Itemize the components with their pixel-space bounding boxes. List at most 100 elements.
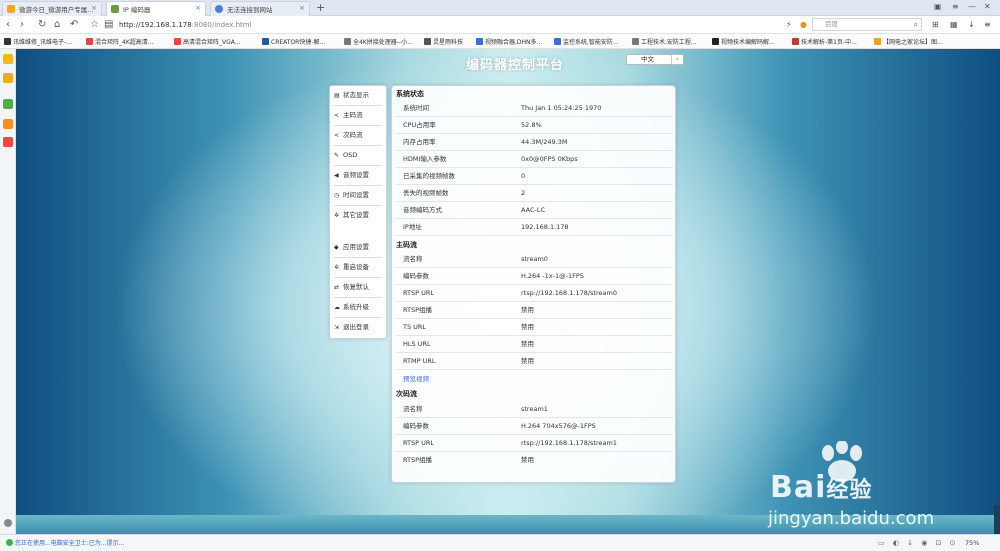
preview-video-link[interactable]: 预览视频 [403,373,429,383]
new-tab-button[interactable]: + [316,1,325,15]
skin-icon[interactable]: ▣ [934,2,942,11]
lock-icon[interactable]: ▦ [950,18,958,31]
table-row: 音频编码方式 AAC-LC [396,203,673,219]
sidebar-item-main-stream[interactable]: < 主码流 [334,107,382,124]
url-input[interactable]: http://192.168.1.178:8080/index.html [119,19,749,31]
row-value: 44.3M/249.3M [521,138,568,146]
bookmark-icon [632,38,639,45]
bookmark-item[interactable]: CREATOR快捷-解... [262,37,325,46]
weibo-icon[interactable] [3,137,13,147]
bookmark-icon [554,38,561,45]
sidebar-item-time[interactable]: ◷ 时间设置 [334,187,382,204]
bookmark-item[interactable]: 视频融合器,DHN多... [476,37,542,46]
table-row: 流名称 stream1 [396,402,673,418]
sidebar-item-restore[interactable]: ⇄ 恢复默认 [334,279,382,296]
sidebar-item-label: 应用设置 [343,243,369,251]
sidebar-item-label: 系统升级 [343,303,369,311]
bookmark-icon [262,38,269,45]
bookmark-item[interactable]: 工程技术,安防工程... [632,37,697,46]
menu-icon[interactable]: ≡ [952,2,959,11]
row-value: Thu Jan 1 05:24:25 1970 [521,104,602,112]
sidebar-item-logout[interactable]: ⇲ 退出登录 [334,319,382,336]
search-icon[interactable]: ⌕ [914,19,918,30]
grid-icon[interactable]: ⊞ [932,18,939,31]
table-row: 系统时间 Thu Jan 1 05:24:25 1970 [396,101,673,117]
table-row: HLS URL 禁用 [396,337,673,353]
bookmark-item[interactable]: 讯维维修_讯维电子-... [4,37,72,46]
download-icon[interactable]: ↓ [968,18,975,31]
back-icon[interactable]: ‹ [6,18,10,31]
notes-icon[interactable] [3,73,13,83]
star-icon[interactable]: ☆ [90,18,99,31]
bookmarks-bar: 讯维维修_讯维电子-... 混合矩阵_4K超高清... 高清混合矩阵_VGA..… [0,34,1000,49]
bookmark-item[interactable]: 视频技术编解码解... [712,37,775,46]
sidebar-item-sub-stream[interactable]: < 次码流 [334,127,382,144]
status-message-text: 您正在使用...电脑安全卫士:已为...提示... [15,540,125,547]
close-window-icon[interactable]: ✕ [984,2,991,11]
bookmark-item[interactable]: 【网电之家论坛】图... [874,37,943,46]
sidebar-item-osd[interactable]: ✎ OSD [334,147,382,164]
sidebar-item-other[interactable]: ✲ 其它设置 [334,207,382,224]
sidebar-item-apply[interactable]: ◆ 应用设置 [334,239,382,256]
forward-icon[interactable]: › [20,18,24,31]
status-icons[interactable]: ▭ ◐ ↓ ◉ ⊡ ⊙ [878,539,959,547]
bookmark-item[interactable]: 技术解析-第1页-中... [792,37,857,46]
close-icon[interactable]: × [299,4,305,12]
sidebar-item-audio[interactable]: ◀ 音频设置 [334,167,382,184]
browser-tab-3[interactable]: 无法连接到网站 × [210,1,310,16]
page-icon[interactable]: ▤ [104,18,113,31]
baidu-paw-icon[interactable]: ● [800,18,807,31]
undo-icon[interactable]: ↶ [70,18,78,31]
row-key: 已采集的视频帧数 [403,172,455,180]
favorites-icon[interactable] [3,54,13,64]
bookmark-item[interactable]: 监控系统,智能安防... [554,37,619,46]
table-row: 编码参数 H.264 -1x-1@-1FPS [396,269,673,285]
bookmark-icon [476,38,483,45]
page-title: 编码器控制平台 [466,58,565,73]
sidebar-item-reboot[interactable]: ✲ 重启设备 [334,259,382,276]
bookmark-label: 【网电之家论坛】图... [883,39,943,46]
status-panel: 系统状态 系统时间 Thu Jan 1 05:24:25 1970 CPU占用率 5… [391,85,676,483]
site-favicon [111,5,119,13]
row-key: 丢失的视频帧数 [403,189,449,197]
settings-icon[interactable] [4,519,12,527]
zoom-level[interactable]: 75% [965,539,979,547]
search-input[interactable]: 百度 ⌕ [812,18,922,31]
app-icon[interactable] [3,99,13,109]
chevron-down-icon[interactable]: ‹ [671,55,683,64]
row-value: H.264 704x576@-1FPS [521,422,596,430]
sidebar-item-label: 次码流 [343,131,363,139]
bookmark-item[interactable]: 混合矩阵_4K超高清... [86,37,153,46]
minimize-icon[interactable]: — [968,2,976,11]
divider [334,165,382,166]
row-value: stream0 [521,255,548,263]
table-row: RTMP URL 禁用 [396,354,673,370]
settings-sidebar: ▤ 状态显示 < 主码流 < 次码流 ✎ OSD ◀ 音频设置 ◷ 时间设置 ✲ 其它设置 ◆… [329,85,387,339]
bookmark-item[interactable]: 全4K拼接处理器--小... [344,37,413,46]
bookmark-item[interactable]: 灵星雨科技 [424,37,463,46]
sidebar-item-upgrade[interactable]: ☁ 系统升级 [334,299,382,316]
home-icon[interactable]: ⌂ [54,18,60,31]
close-icon[interactable]: × [91,4,97,12]
menu-icon[interactable]: ≡ [984,18,991,31]
gear-icon: ✲ [334,212,340,219]
language-select[interactable]: 中文 ‹ [626,54,684,65]
row-value: 禁用 [521,357,534,365]
browser-tab-1[interactable]: 微游今日_微游用户专属... × [2,1,102,16]
row-value: 192.168.1.178 [521,223,569,231]
site-favicon [7,5,15,13]
row-key: 流名称 [403,405,423,413]
browser-tab-2[interactable]: IP 编码器 × [106,1,206,16]
sidebar-item-status[interactable]: ▤ 状态显示 [334,87,382,104]
share-icon: < [334,112,340,119]
status-message[interactable]: 您正在使用...电脑安全卫士:已为...提示... [6,538,124,547]
reload-icon[interactable]: ↻ [38,18,46,31]
doc-icon: ▤ [334,92,340,99]
close-icon[interactable]: × [195,4,201,12]
bookmark-item[interactable]: 高清混合矩阵_VGA... [174,37,240,46]
gear-icon: ✲ [334,264,340,271]
row-key: HDMI输入参数 [403,155,447,163]
table-row: 已采集的视频帧数 0 [396,169,673,185]
rss-icon[interactable] [3,119,13,129]
extension-icon[interactable]: ⚡ [786,18,792,31]
